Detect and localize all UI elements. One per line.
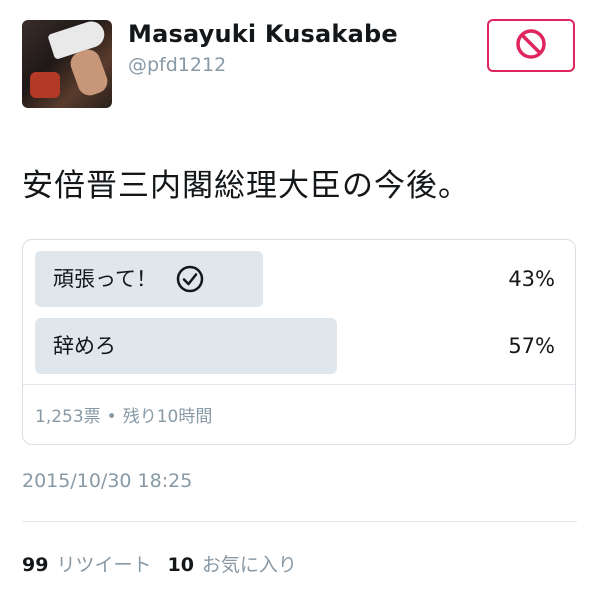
poll-option[interactable]: 頑張って！ 43% bbox=[35, 251, 565, 307]
hand-shape bbox=[67, 46, 111, 99]
tweet-stats: 99 リツイート 10 お気に入り bbox=[22, 550, 313, 577]
separator-dot: • bbox=[106, 407, 117, 427]
poll-option-label: 辞めろ bbox=[53, 318, 116, 374]
poll-time-left: 残り10時間 bbox=[122, 407, 213, 427]
divider bbox=[22, 521, 577, 522]
user-handle[interactable]: @pfd1212 bbox=[128, 54, 226, 76]
poll-option[interactable]: 辞めろ 57% bbox=[35, 318, 565, 374]
tweet-text: 安倍晋三内閣総理大臣の今後。 bbox=[22, 168, 470, 204]
poll-option-percent: 57% bbox=[508, 334, 555, 358]
poll-option-text: 頑張って！ bbox=[53, 267, 157, 291]
tweet-timestamp[interactable]: 2015/10/30 18:25 bbox=[22, 470, 192, 492]
red-shape bbox=[30, 72, 60, 98]
retweet-count[interactable]: 99 bbox=[22, 554, 48, 576]
check-circle-icon bbox=[175, 264, 205, 294]
poll-vote-count: 1,253票 bbox=[35, 407, 101, 427]
poll-card: 頑張って！ 43% 辞めろ 57% 1,253票 • 残り10時間 bbox=[22, 239, 576, 445]
like-count[interactable]: 10 bbox=[167, 554, 193, 576]
poll-option-label: 頑張って！ bbox=[53, 251, 205, 307]
display-name[interactable]: Masayuki Kusakabe bbox=[128, 20, 398, 48]
avatar[interactable] bbox=[22, 20, 112, 108]
poll-meta: 1,253票 • 残り10時間 bbox=[35, 402, 212, 427]
retweet-label[interactable]: リツイート bbox=[56, 550, 151, 577]
poll-divider bbox=[23, 384, 575, 385]
poll-option-text: 辞めろ bbox=[53, 334, 116, 358]
block-icon bbox=[514, 27, 548, 65]
block-button[interactable] bbox=[487, 19, 575, 72]
like-label[interactable]: お気に入り bbox=[202, 550, 297, 577]
poll-option-percent: 43% bbox=[508, 267, 555, 291]
